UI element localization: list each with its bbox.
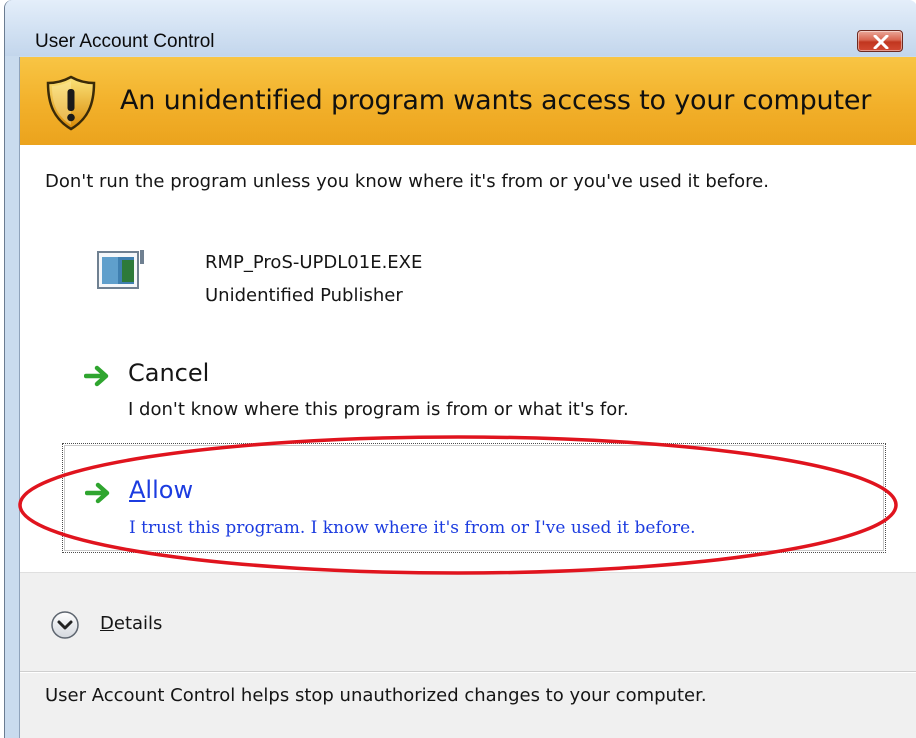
cancel-title: Cancel [128,359,210,387]
uac-dialog: User Account Control An unidentified pro… [4,0,916,738]
allow-title: Allow [129,476,193,504]
details-label: Details [100,613,162,634]
details-accelerator: D [100,613,114,634]
green-arrow-icon [85,482,110,504]
chevron-down-circle-icon [51,611,79,639]
footer: User Account Control helps stop unauthor… [20,673,916,738]
program-publisher: Unidentified Publisher [205,285,403,306]
close-button[interactable] [857,30,903,52]
screen: User Account Control An unidentified pro… [0,0,916,738]
intro-text: Don't run the program unless you know wh… [45,171,769,192]
allow-option[interactable]: Allow I trust this program. I know where… [62,443,886,553]
green-arrow-icon [84,365,109,387]
application-icon [97,250,144,289]
close-icon [873,35,889,49]
footer-text: User Account Control helps stop unauthor… [45,685,707,706]
allow-description: I trust this program. I know where it's … [129,518,696,538]
allow-accelerator: A [129,476,146,504]
allow-title-rest: llow [145,476,194,504]
title-bar: User Account Control [5,0,916,56]
warning-banner: An unidentified program wants access to … [20,57,916,145]
uac-shield-icon [46,75,96,131]
dialog-content: An unidentified program wants access to … [19,57,916,738]
details-label-rest: etails [113,613,163,634]
details-button[interactable]: Details [50,610,190,640]
window-title: User Account Control [35,31,215,52]
cancel-option[interactable]: Cancel I don't know where this program i… [62,347,882,441]
details-bar: Details [20,572,916,672]
banner-heading: An unidentified program wants access to … [120,85,872,116]
program-name: RMP_ProS-UPDL01E.EXE [205,252,423,273]
cancel-description: I don't know where this program is from … [128,399,629,420]
